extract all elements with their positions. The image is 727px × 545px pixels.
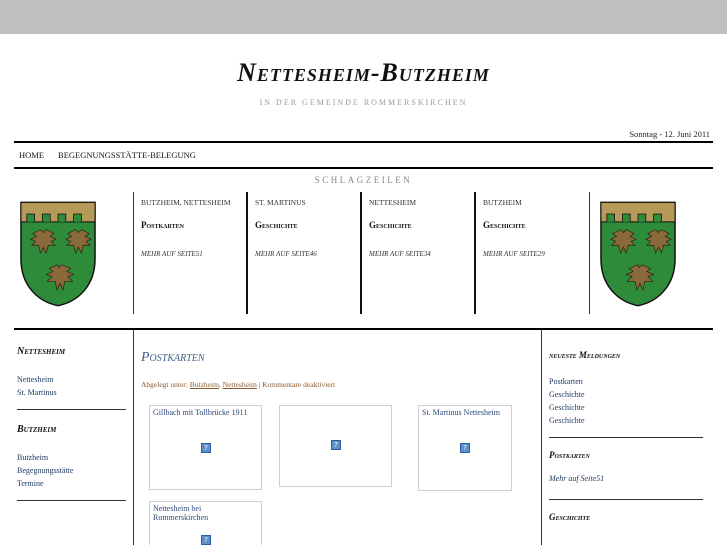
sidebar-link-st-martinus[interactable]: St. Martinus bbox=[17, 388, 57, 397]
news-list: Postkarten Geschichte Geschichte Geschic… bbox=[549, 375, 704, 427]
broken-image-icon: ? bbox=[331, 440, 341, 450]
nav-begegnungsstaette-belegung[interactable]: Begegnungsstätte-Belegung bbox=[58, 150, 196, 160]
site-subtitle: in der Gemeinde Rommerskirchen bbox=[259, 98, 468, 107]
crest-left-icon bbox=[19, 200, 97, 308]
coat-of-arms-icon bbox=[600, 201, 676, 307]
broken-image-icon: ? bbox=[201, 535, 211, 545]
list-item: Begegnungsstätte bbox=[17, 464, 127, 477]
headline-category[interactable]: Nettesheim bbox=[369, 198, 477, 207]
headline-column: Butzheim, Nettesheim Postkarten Mehr auf… bbox=[141, 198, 249, 258]
current-date: Sonntag - 12. Juni 2011 bbox=[629, 129, 710, 139]
headlines-heading: Schlagzeilen bbox=[314, 175, 413, 185]
list-item: Postkarten bbox=[549, 375, 704, 388]
sidebar-link-nettesheim[interactable]: Nettesheim bbox=[17, 375, 53, 384]
post-title[interactable]: Postkarten bbox=[141, 350, 531, 366]
list-item: Butzheim bbox=[17, 451, 127, 464]
column-divider bbox=[133, 192, 134, 314]
post-meta: Abgelegt unter: Butzheim, Nettesheim | K… bbox=[141, 380, 531, 389]
top-bar bbox=[0, 0, 727, 34]
headline-column: Butzheim Geschichte Mehr auf Seite29 bbox=[483, 198, 591, 258]
main-content: Postkarten Abgelegt unter: Butzheim, Net… bbox=[141, 350, 531, 389]
thumbnail-caption: Gillbach mit Tollbrücke 1911 bbox=[153, 408, 248, 417]
column-divider bbox=[133, 330, 134, 545]
thumbnail-caption bbox=[280, 406, 391, 410]
headline-more-link[interactable]: Mehr auf Seite29 bbox=[483, 250, 591, 258]
headline-more-link[interactable]: Mehr auf Seite51 bbox=[141, 250, 249, 258]
headline-title[interactable]: Geschichte bbox=[255, 220, 363, 230]
sidebar-left: Nettesheim Nettesheim St. Martinus Butzh… bbox=[17, 346, 127, 515]
headline-title[interactable]: Geschichte bbox=[483, 220, 591, 230]
widget-list: Nettesheim St. Martinus bbox=[17, 373, 127, 399]
headline-more-link[interactable]: Mehr auf Seite46 bbox=[255, 250, 363, 258]
broken-image-icon: ? bbox=[460, 443, 470, 453]
thumbnail-caption: Nettesheim bei Rommerskirchen bbox=[153, 504, 209, 522]
meta-separator: , bbox=[218, 380, 221, 389]
list-item: Termine bbox=[17, 477, 127, 490]
headline-category[interactable]: St. Martinus bbox=[255, 198, 363, 207]
widget-title-postkarten: Postkarten bbox=[549, 450, 590, 460]
meta-link-nettesheim[interactable]: Nettesheim bbox=[223, 380, 257, 389]
site-title[interactable]: Nettesheim-Butzheim bbox=[0, 58, 727, 88]
widget-title-geschichte: Geschichte bbox=[549, 512, 591, 522]
divider bbox=[14, 167, 713, 169]
divider bbox=[17, 409, 126, 410]
divider bbox=[17, 500, 126, 501]
news-link[interactable]: Geschichte bbox=[549, 403, 585, 412]
headline-category[interactable]: Butzheim bbox=[483, 198, 591, 207]
main-nav: Home Begegnungsstätte-Belegung bbox=[19, 150, 196, 160]
broken-image-icon: ? bbox=[201, 443, 211, 453]
list-item: Nettesheim bbox=[17, 373, 127, 386]
news-link[interactable]: Postkarten bbox=[549, 377, 583, 386]
sidebar-link-butzheim[interactable]: Butzheim bbox=[17, 453, 48, 462]
widget-title-news: neueste Meldungen bbox=[549, 350, 621, 360]
thumbnail[interactable]: Gillbach mit Tollbrücke 1911 ? bbox=[149, 405, 262, 490]
thumbnail-caption: St. Martinus Nettesheim bbox=[422, 408, 500, 417]
headline-column: St. Martinus Geschichte Mehr auf Seite46 bbox=[255, 198, 363, 258]
widget-title-nettesheim: Nettesheim bbox=[17, 346, 66, 357]
thumbnail[interactable]: ? bbox=[279, 405, 392, 487]
sidebar-link-termine[interactable]: Termine bbox=[17, 479, 44, 488]
thumbnail[interactable]: St. Martinus Nettesheim ? bbox=[418, 405, 512, 491]
headline-category[interactable]: Butzheim, Nettesheim bbox=[141, 198, 249, 207]
news-link[interactable]: Geschichte bbox=[549, 390, 585, 399]
nav-home[interactable]: Home bbox=[19, 150, 44, 160]
headline-title[interactable]: Geschichte bbox=[369, 220, 477, 230]
headline-title[interactable]: Postkarten bbox=[141, 220, 249, 230]
news-link[interactable]: Geschichte bbox=[549, 416, 585, 425]
list-item: Geschichte bbox=[549, 414, 704, 427]
divider bbox=[14, 328, 713, 330]
thumbnail[interactable]: Nettesheim bei Rommerskirchen ? bbox=[149, 501, 262, 545]
meta-link-butzheim[interactable]: Butzheim bbox=[190, 380, 219, 389]
list-item: St. Martinus bbox=[17, 386, 127, 399]
list-item: Geschichte bbox=[549, 388, 704, 401]
postkarten-more-link[interactable]: Mehr auf Seite51 bbox=[549, 474, 704, 483]
sidebar-link-begegnungsstaette[interactable]: Begegnungsstätte bbox=[17, 466, 73, 475]
meta-prefix: Abgelegt unter: bbox=[141, 380, 188, 389]
column-divider bbox=[541, 330, 542, 545]
divider bbox=[549, 437, 703, 438]
column-divider bbox=[589, 192, 590, 314]
headline-column: Nettesheim Geschichte Mehr auf Seite34 bbox=[369, 198, 477, 258]
widget-title-butzheim: Butzheim bbox=[17, 424, 57, 435]
widget-list: Butzheim Begegnungsstätte Termine bbox=[17, 451, 127, 490]
list-item: Geschichte bbox=[549, 401, 704, 414]
column-divider bbox=[360, 192, 362, 314]
column-divider bbox=[474, 192, 476, 314]
column-divider bbox=[246, 192, 248, 314]
crest-right-icon bbox=[599, 200, 677, 308]
coat-of-arms-icon bbox=[20, 201, 96, 307]
divider bbox=[14, 141, 713, 143]
sidebar-right: neueste Meldungen Postkarten Geschichte … bbox=[549, 350, 704, 522]
divider bbox=[549, 499, 703, 500]
meta-suffix: | Kommentare deaktiviert bbox=[258, 380, 336, 389]
headline-more-link[interactable]: Mehr auf Seite34 bbox=[369, 250, 477, 258]
